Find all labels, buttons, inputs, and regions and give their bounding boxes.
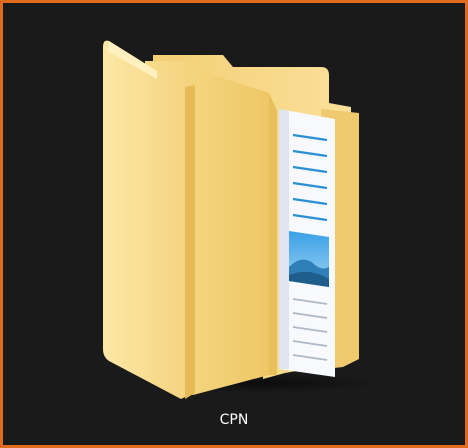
folder-item[interactable]: CPN (3, 3, 465, 445)
folder-with-documents-icon (103, 40, 383, 399)
explorer-view: CPN (0, 0, 468, 448)
folder-name-label: CPN (219, 412, 249, 428)
